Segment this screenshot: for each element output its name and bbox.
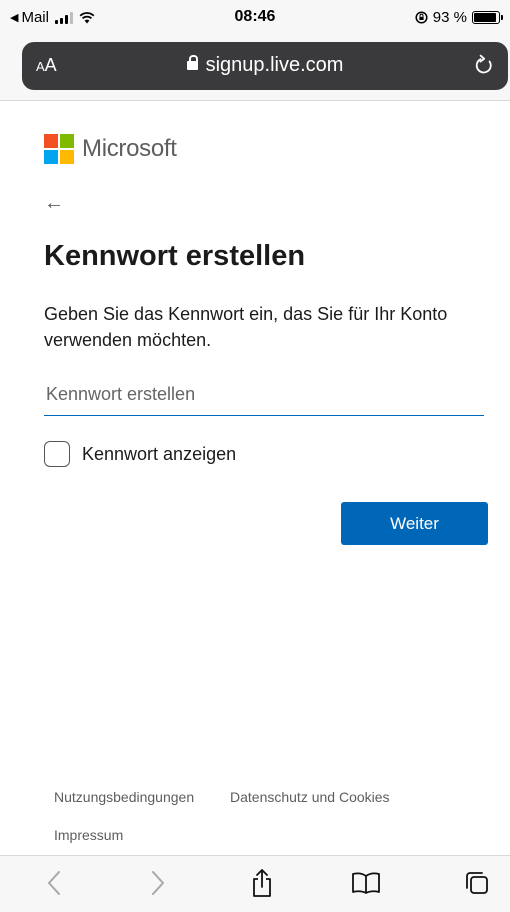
url-text: signup.live.com (205, 54, 344, 76)
address-bar[interactable]: AA signup.live.com (22, 42, 508, 90)
bookmarks-icon[interactable] (349, 866, 383, 900)
orientation-lock-icon (415, 11, 428, 24)
page-title: Kennwort erstellen (44, 240, 306, 272)
back-arrow-icon[interactable]: ← (44, 192, 64, 215)
battery-icon (472, 11, 503, 24)
status-bar: ◀ Mail 08:46 93 % (0, 0, 510, 34)
forward-icon[interactable] (141, 866, 175, 900)
browser-address-area: AA signup.live.com (0, 34, 510, 101)
show-password-label[interactable]: Kennwort anzeigen (82, 444, 236, 465)
back-icon[interactable] (37, 866, 71, 900)
brand-name: Microsoft (82, 135, 177, 162)
url-display[interactable]: signup.live.com (22, 54, 508, 77)
show-password-row[interactable]: Kennwort anzeigen (44, 441, 236, 467)
status-right: 93 % (415, 9, 503, 26)
password-input[interactable] (44, 374, 484, 416)
lock-icon (186, 55, 198, 70)
next-button[interactable]: Weiter (341, 502, 488, 545)
reload-icon[interactable] (472, 53, 496, 77)
terms-link[interactable]: Nutzungsbedingungen (54, 789, 194, 805)
microsoft-squares-icon (44, 134, 74, 164)
battery-percent: 93 % (432, 9, 467, 26)
imprint-link[interactable]: Impressum (54, 827, 123, 843)
tabs-icon[interactable] (460, 866, 494, 900)
privacy-link[interactable]: Datenschutz und Cookies (230, 789, 390, 805)
share-icon[interactable] (245, 866, 279, 900)
microsoft-logo: Microsoft (44, 134, 177, 164)
page-description: Geben Sie das Kennwort ein, das Sie für … (44, 304, 448, 350)
browser-toolbar (0, 855, 510, 912)
show-password-checkbox[interactable] (44, 441, 70, 467)
